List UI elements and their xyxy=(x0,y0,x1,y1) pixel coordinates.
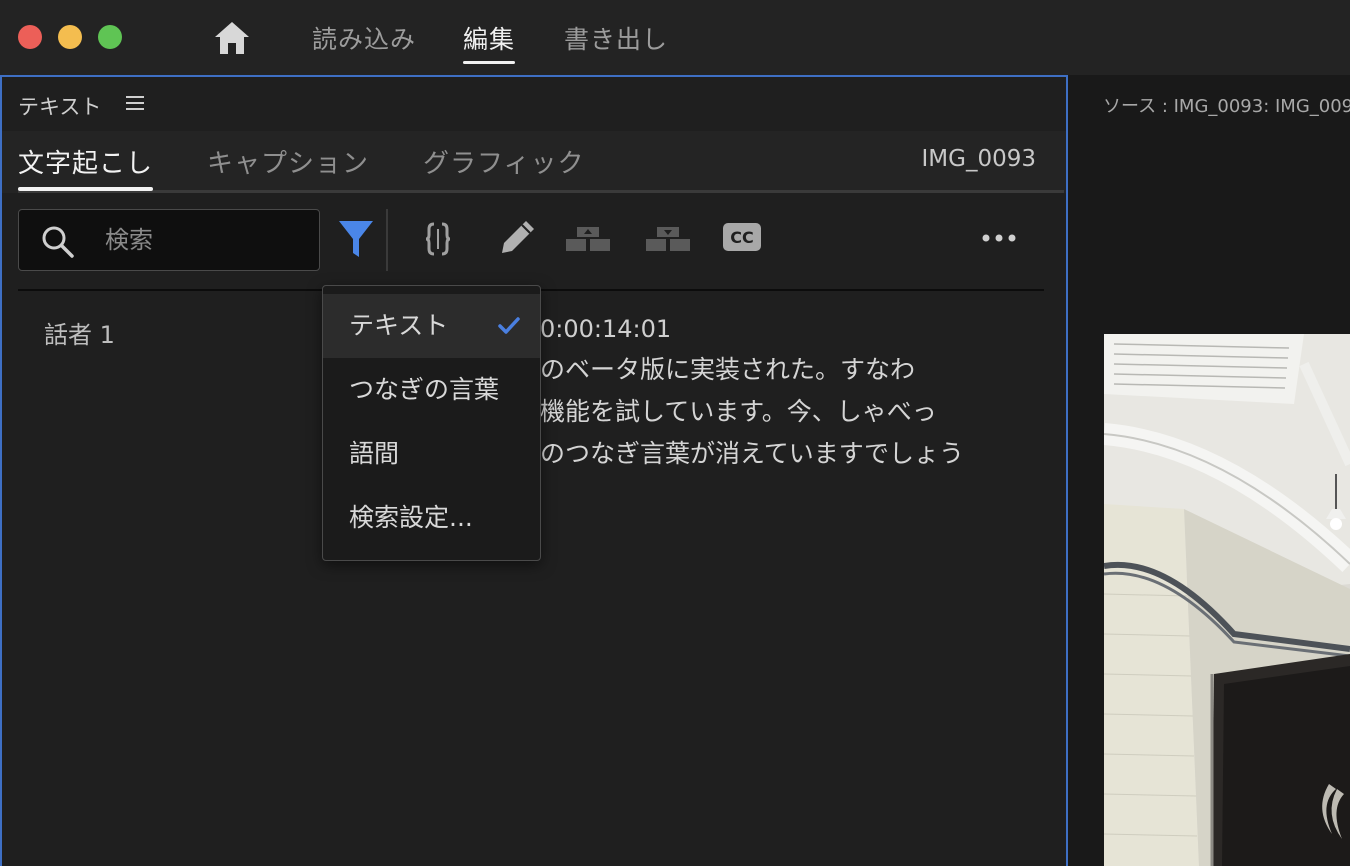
close-window-button[interactable] xyxy=(18,25,42,49)
filter-menu: テキスト つなぎの言葉 語間 検索設定... xyxy=(322,285,541,561)
title-bar: 読み込み 編集 書き出し xyxy=(0,0,1350,75)
svg-text:CC: CC xyxy=(730,228,753,247)
tab-transcript[interactable]: 文字起こし xyxy=(18,143,154,191)
active-tab-underline xyxy=(463,61,516,64)
search-input[interactable] xyxy=(103,222,307,258)
active-tab-underline xyxy=(18,187,154,191)
filter-menu-item-filler-words[interactable]: つなぎの言葉 xyxy=(323,358,540,422)
menu-item-label: テキスト xyxy=(349,311,449,340)
video-frame-image xyxy=(1104,334,1350,866)
tab-graphics[interactable]: グラフィック xyxy=(423,143,584,180)
video-preview[interactable] xyxy=(1104,334,1350,866)
nav-tab-label: 編集 xyxy=(463,25,516,54)
toolbar-separator xyxy=(386,209,388,271)
nav-tab-import[interactable]: 読み込み xyxy=(312,20,416,56)
search-icon xyxy=(42,226,74,258)
menu-item-label: 検索設定... xyxy=(349,503,473,532)
source-monitor-title[interactable]: ソース : IMG_0093: IMG_0093.MOV xyxy=(1103,92,1350,118)
transcript-text[interactable]: のベータ版に実装された。すなわ 機能を試しています。今、しゃべっ のつなぎ言葉が… xyxy=(540,349,1040,475)
merge-segments-icon[interactable] xyxy=(426,221,450,257)
filter-menu-item-search-settings[interactable]: 検索設定... xyxy=(323,486,540,550)
filter-menu-item-pauses[interactable]: 語間 xyxy=(323,422,540,486)
transcript-line: 機能を試しています。今、しゃべっ xyxy=(540,397,937,426)
home-icon[interactable] xyxy=(213,20,251,56)
transcript-toolbar: CC xyxy=(2,193,1066,289)
tab-label: グラフィック xyxy=(423,149,585,179)
source-monitor: ソース : IMG_0093: IMG_0093.MOV xyxy=(1068,75,1350,866)
search-box[interactable] xyxy=(18,209,320,271)
clip-name: IMG_0093 xyxy=(921,146,1036,172)
more-icon[interactable] xyxy=(981,233,1017,243)
filter-menu-item-text[interactable]: テキスト xyxy=(323,294,540,358)
checkmark-icon xyxy=(498,317,520,334)
panel-tab-bar: 文字起こし キャプション グラフィック IMG_0093 xyxy=(2,131,1066,193)
menu-item-label: 語間 xyxy=(349,439,400,468)
split-segment-icon[interactable] xyxy=(565,223,611,253)
transcript-line: のつなぎ言葉が消えていますでしょう xyxy=(540,439,965,468)
nav-tab-edit[interactable]: 編集 xyxy=(463,20,516,64)
filter-icon[interactable] xyxy=(338,219,374,259)
tab-label: キャプション xyxy=(207,149,370,179)
panel-title: テキスト xyxy=(18,95,102,119)
menu-item-label: つなぎの言葉 xyxy=(349,375,500,404)
merge-icon[interactable] xyxy=(645,223,691,253)
edit-icon[interactable] xyxy=(500,219,536,255)
tab-label: 文字起こし xyxy=(18,149,154,179)
speaker-label[interactable]: 話者 1 xyxy=(44,315,115,350)
segment-timecode: 0:00:14:01 xyxy=(540,315,672,343)
nav-tab-label: 書き出し xyxy=(564,25,669,54)
nav-tab-export[interactable]: 書き出し xyxy=(564,20,668,56)
captions-icon[interactable]: CC xyxy=(723,223,761,251)
tab-captions[interactable]: キャプション xyxy=(207,143,369,180)
transcript-line: のベータ版に実装された。すなわ xyxy=(540,355,916,384)
minimize-window-button[interactable] xyxy=(58,25,82,49)
panel-menu-icon[interactable] xyxy=(126,96,144,110)
nav-tab-label: 読み込み xyxy=(312,25,417,54)
maximize-window-button[interactable] xyxy=(98,25,122,49)
